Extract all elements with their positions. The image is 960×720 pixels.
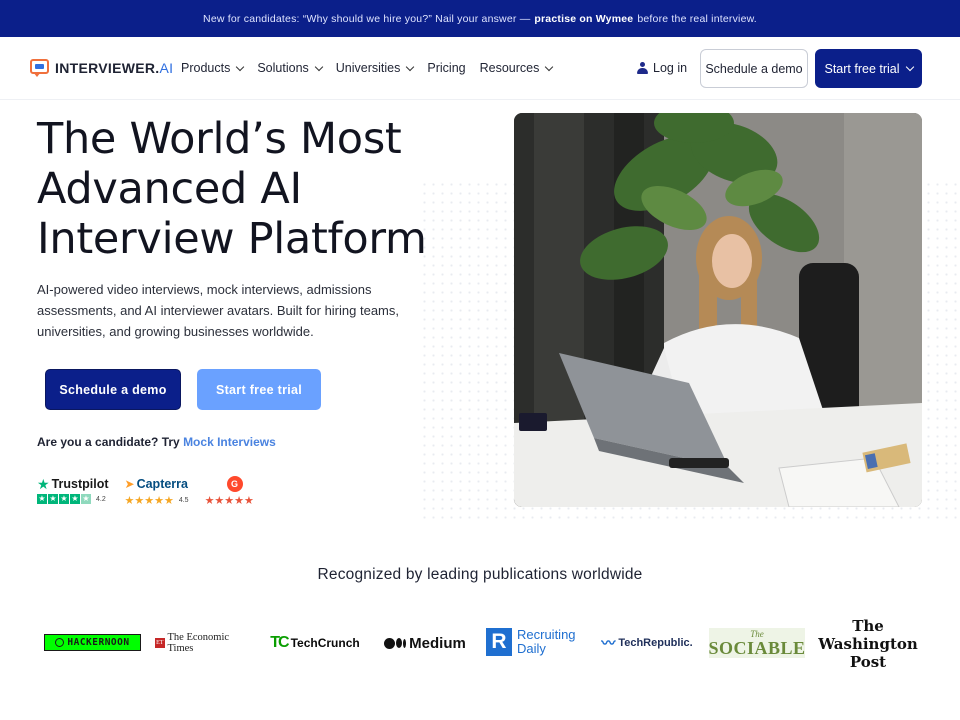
top-nav: INTERVIEWER.AI Products Solutions Univer… [0,37,960,100]
hero-title-line: Interview Platform [37,214,427,264]
logo[interactable]: INTERVIEWER.AI [30,59,173,77]
hero-photo [514,113,922,507]
hackernoon-icon [55,638,65,647]
menu-universities[interactable]: Universities [336,61,415,75]
chevron-down-icon [314,62,324,71]
techrepublic-logo[interactable]: 〰 TechRepublic. [600,632,694,654]
menu-products[interactable]: Products [181,61,245,75]
the-sociable-logo[interactable]: The SOCIABLE [708,628,806,658]
wapo-label-1: The [852,617,884,635]
chevron-down-icon [406,62,415,71]
menu-solutions[interactable]: Solutions [257,61,324,75]
logo-icon [30,59,49,77]
trustpilot-stars: ★ ★ ★ ★ ★ [37,494,91,504]
announcement-tail: before the real interview. [637,12,757,25]
trustpilot-label: Trustpilot [51,477,109,491]
hero-subtitle: AI-powered video interviews, mock interv… [37,282,399,339]
chevron-down-icon [236,62,245,71]
techrepublic-label: TechRepublic. [618,637,693,649]
menu-resources[interactable]: Resources [480,61,554,75]
hackernoon-logo[interactable]: HACKERNOON [44,634,141,651]
economic-times-label: The Economic Times [167,631,230,654]
schedule-demo-button[interactable]: Schedule a demo [45,369,181,410]
ratings-row: ★ Trustpilot ★ ★ ★ ★ ★ 4.2 ➤ Capterra ★★★★★ 4.… [37,476,254,507]
candidate-text: Are you a candidate? Try [37,435,180,449]
hero-title: The World’s Most Advanced AI Interview P… [37,114,487,264]
medium-label: Medium [409,634,466,652]
hackernoon-label: HACKERNOON [67,637,130,648]
menu-pricing[interactable]: Pricing [427,61,465,75]
techcrunch-label: TechCrunch [290,636,360,650]
capterra-label: Capterra [136,477,188,491]
publications-logos: HACKERNOON ET The Economic Times TC TechCr… [0,612,960,672]
recruiting-daily-label-1: Recruiting [517,627,576,642]
recruiting-daily-label-2: Daily [517,641,546,656]
recruiting-daily-logo[interactable]: R Recruiting Daily [486,626,586,658]
main-menu: Products Solutions Universities Pricing … [181,61,554,75]
capterra-logo-icon: ➤ [124,477,135,491]
economic-times-icon: ET [155,637,165,648]
capterra-stars: ★★★★★ [124,495,174,507]
economic-times-logo[interactable]: ET The Economic Times [155,631,253,654]
trustpilot-star-icon: ★ [37,475,50,492]
wapo-label-2: Washington [818,635,918,653]
medium-icon [384,637,407,649]
announcement-lead: New for candidates: “Why should we hire … [203,12,531,25]
chevron-down-icon [545,62,554,71]
washington-post-logo[interactable]: The Washington Post [818,615,918,673]
nav-start-trial-label: Start free trial [824,61,900,76]
g2-logo-icon: G [226,476,243,492]
g2-rating[interactable]: G ★★★★★ [205,476,254,507]
publications-title: Recognized by leading publications world… [317,566,643,583]
user-icon [637,62,648,74]
candidate-prompt: Are you a candidate? Try Mock Interviews [37,435,276,449]
start-trial-button[interactable]: Start free trial [197,369,321,410]
chevron-down-icon [905,62,914,72]
hero-title-line: The World’s Most [37,114,402,164]
hero-title-line: Advanced AI [37,164,302,214]
capterra-score: 4.5 [178,497,189,504]
announcement-link[interactable]: practise on Wymee [534,13,633,25]
trustpilot-score: 4.2 [96,495,106,503]
announcement-bar: New for candidates: “Why should we hire … [0,0,960,37]
recruiting-daily-icon: R [486,628,512,656]
wapo-label-3: Post [849,653,887,671]
g2-stars: ★★★★★ [204,495,254,507]
medium-logo[interactable]: Medium [382,632,468,654]
trustpilot-rating[interactable]: ★ Trustpilot ★ ★ ★ ★ ★ 4.2 [37,476,109,504]
techcrunch-logo[interactable]: TC TechCrunch [265,633,365,653]
logo-text: INTERVIEWER.AI [55,60,174,76]
techcrunch-icon: TC [270,634,289,651]
mock-interviews-link[interactable]: Mock Interviews [183,435,276,449]
sociable-label-2: SOCIABLE [708,637,806,658]
nav-schedule-demo-button[interactable]: Schedule a demo [700,49,808,88]
capterra-rating[interactable]: ➤ Capterra ★★★★★ 4.5 [125,476,189,507]
login-label: Log in [653,61,688,75]
nav-start-trial-button[interactable]: Start free trial [815,49,922,88]
techrepublic-icon: 〰 [601,635,616,651]
login-link[interactable]: Log in [637,61,687,75]
